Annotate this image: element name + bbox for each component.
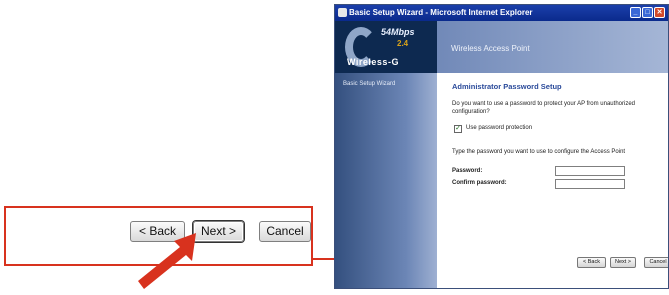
password-field[interactable] bbox=[555, 166, 625, 176]
wizard-content: Administrator Password Setup Do you want… bbox=[437, 73, 668, 288]
product-logo: 54Mbps 2.4 Wireless-G bbox=[335, 21, 437, 73]
window-titlebar[interactable]: Basic Setup Wizard - Microsoft Internet … bbox=[335, 5, 668, 21]
minimize-button[interactable]: _ bbox=[630, 7, 641, 18]
password-label: Password: bbox=[452, 168, 483, 174]
sidebar-item-basic-setup-wizard[interactable]: Basic Setup Wizard bbox=[343, 81, 395, 87]
ie-window: Basic Setup Wizard - Microsoft Internet … bbox=[334, 4, 669, 289]
next-button[interactable]: Next > bbox=[610, 257, 636, 268]
logo-speed: 54Mbps bbox=[381, 27, 415, 37]
close-button[interactable]: ✕ bbox=[654, 7, 665, 18]
password-instruction: Type the password you want to use to con… bbox=[452, 149, 626, 155]
maximize-button[interactable]: □ bbox=[642, 7, 653, 18]
red-pointer-arrow-icon bbox=[138, 233, 196, 289]
confirm-password-field[interactable] bbox=[555, 179, 625, 189]
use-password-label: Use password protection bbox=[466, 125, 533, 131]
logo-product-name: Wireless-G bbox=[347, 57, 399, 67]
window-title: Basic Setup Wizard - Microsoft Internet … bbox=[349, 8, 533, 17]
cancel-button-zoomed[interactable]: Cancel bbox=[259, 221, 311, 242]
cancel-button[interactable]: Cancel bbox=[644, 257, 668, 268]
header-title: Wireless Access Point bbox=[451, 44, 530, 53]
password-question: Do you want to use a password to protect… bbox=[452, 101, 635, 115]
header-band: Wireless Access Point bbox=[437, 21, 668, 73]
next-button-zoomed[interactable]: Next > bbox=[193, 221, 244, 242]
logo-band: 2.4 bbox=[397, 39, 409, 48]
ie-icon bbox=[338, 8, 347, 17]
wizard-sidebar: Basic Setup Wizard bbox=[335, 73, 437, 288]
confirm-password-label: Confirm password: bbox=[452, 180, 507, 186]
back-button[interactable]: < Back bbox=[577, 257, 606, 268]
use-password-checkbox[interactable]: ✓ bbox=[454, 125, 462, 133]
page-title: Administrator Password Setup bbox=[452, 82, 562, 91]
